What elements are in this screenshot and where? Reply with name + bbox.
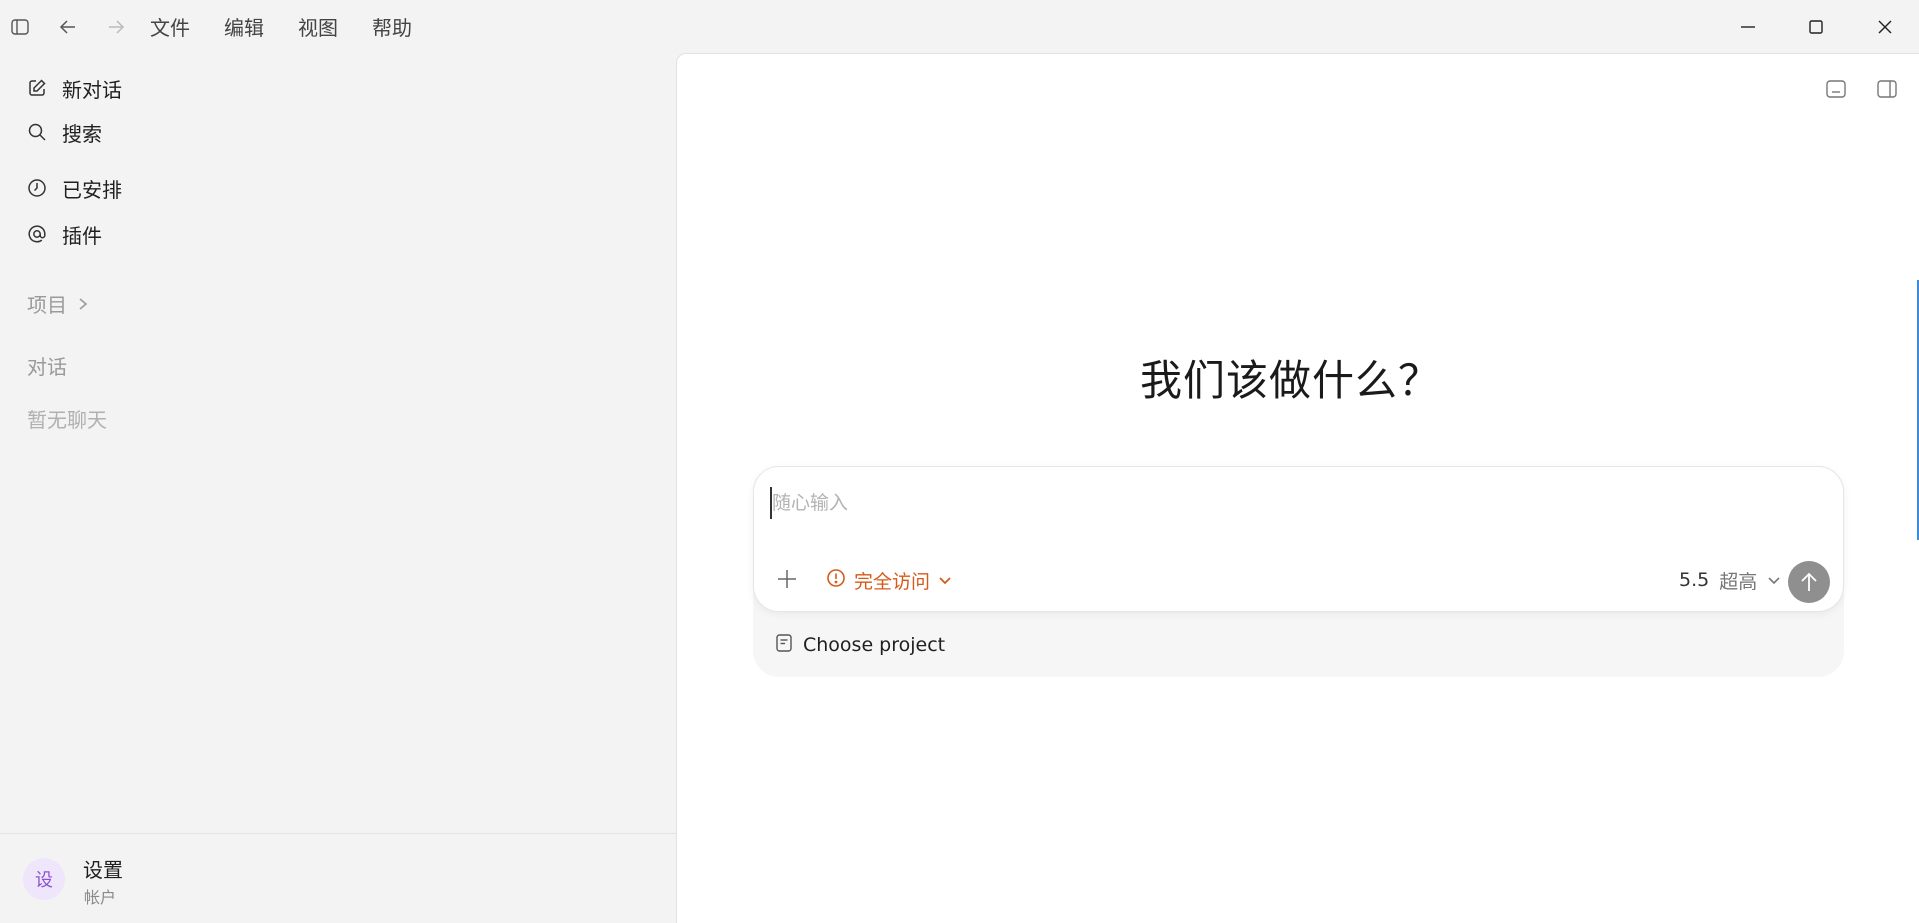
right-panel-toggle-icon[interactable] — [1872, 74, 1902, 104]
account-label: 帐户 — [84, 888, 117, 907]
access-mode-dropdown[interactable]: 完全访问 — [826, 566, 952, 594]
maximize-icon — [1809, 20, 1823, 34]
composer: 完全访问 5.5 超高 — [753, 466, 1844, 612]
access-mode-label: 完全访问 — [854, 570, 931, 593]
empty-chats-text: 暂无聊天 — [27, 408, 107, 432]
projects-section-header[interactable]: 项目 — [27, 289, 89, 318]
sidebar-toggle-icon[interactable] — [6, 13, 34, 41]
document-icon — [775, 633, 793, 658]
close-button[interactable] — [1861, 8, 1909, 46]
warning-icon — [826, 568, 846, 593]
search-icon — [26, 121, 48, 143]
sidebar-item-label: 已安排 — [62, 177, 122, 202]
title-bar: 文件 编辑 视图 帮助 — [0, 0, 1919, 53]
forward-arrow-icon[interactable] — [102, 13, 130, 41]
model-level: 超高 — [1719, 570, 1758, 593]
conversations-section-header: 对话 — [27, 351, 67, 380]
conversations-label: 对话 — [27, 355, 67, 379]
sidebar-item-new-chat[interactable]: 新对话 — [26, 71, 122, 105]
sidebar-item-plugins[interactable]: 插件 — [26, 217, 102, 251]
chevron-down-icon — [938, 569, 952, 591]
menu-edit[interactable]: 编辑 — [224, 13, 264, 43]
edit-icon — [26, 77, 48, 99]
sidebar-item-label: 新对话 — [62, 77, 122, 102]
arrow-up-icon — [1801, 572, 1817, 591]
sidebar-item-scheduled[interactable]: 已安排 — [26, 171, 122, 205]
chevron-right-icon — [77, 292, 89, 316]
composer-container: 完全访问 5.5 超高 — [753, 466, 1844, 677]
add-attachment-button[interactable] — [772, 564, 802, 594]
clock-icon — [26, 177, 48, 199]
send-button[interactable] — [1788, 561, 1830, 603]
at-icon — [26, 223, 48, 245]
minimize-icon — [1741, 26, 1755, 28]
chevron-down-icon — [1767, 569, 1781, 591]
sidebar-item-label: 插件 — [62, 223, 102, 248]
avatar: 设 — [23, 858, 65, 900]
menu-bar: 文件 编辑 视图 帮助 — [150, 13, 446, 43]
plus-icon — [778, 570, 796, 588]
sidebar-item-search[interactable]: 搜索 — [26, 115, 102, 149]
empty-chats-label: 暂无聊天 — [27, 404, 107, 433]
menu-help[interactable]: 帮助 — [372, 13, 412, 43]
menu-file[interactable]: 文件 — [150, 13, 190, 43]
maximize-button[interactable] — [1792, 8, 1840, 46]
sidebar-item-label: 搜索 — [62, 121, 102, 146]
page-title: 我们该做什么？ — [1139, 356, 1441, 405]
back-arrow-icon[interactable] — [54, 13, 82, 41]
choose-project-button[interactable]: Choose project — [775, 631, 945, 659]
projects-label: 项目 — [27, 293, 67, 317]
model-version: 5.5 — [1679, 569, 1710, 591]
sidebar: 新对话 搜索 已安排 插件 项目 对话 暂无聊天 设 设置 帐户 — [0, 53, 676, 923]
close-icon — [1878, 20, 1892, 34]
choose-project-label: Choose project — [803, 634, 946, 656]
settings-label: 设置 — [83, 858, 123, 882]
main-panel: 我们该做什么？ 随心输入 完全访问 5.5 超高 Choose project — [676, 53, 1919, 923]
bottom-panel-toggle-icon[interactable] — [1821, 74, 1851, 104]
chat-input[interactable] — [770, 487, 1820, 519]
app-window: 文件 编辑 视图 帮助 新对话 搜索 已安排 插件 项目 对话 暂无聊天 设 设… — [0, 0, 1919, 923]
menu-view[interactable]: 视图 — [298, 13, 338, 43]
sidebar-footer[interactable]: 设 设置 帐户 — [0, 833, 676, 923]
model-selector-dropdown[interactable]: 5.5 超高 — [1679, 566, 1781, 594]
minimize-button[interactable] — [1724, 8, 1772, 46]
